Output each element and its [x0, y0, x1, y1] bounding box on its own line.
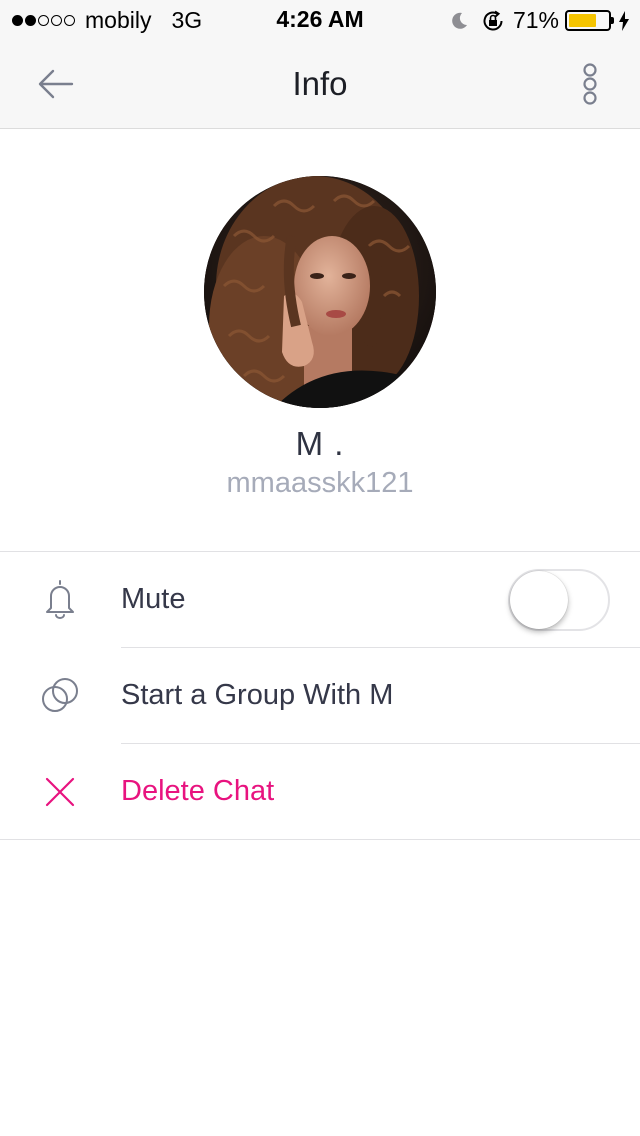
close-x-icon [45, 777, 75, 807]
battery-icon [565, 10, 614, 31]
divider [0, 839, 640, 840]
options-list: Mute Start a Group With M Delete Chat [0, 551, 640, 840]
profile-username: mmaasskk121 [226, 467, 414, 499]
delete-chat-label: Delete Chat [121, 775, 275, 807]
mute-label: Mute [121, 583, 186, 615]
start-group-label: Start a Group With M [121, 679, 394, 711]
nav-bar: Info [0, 40, 640, 128]
top-bar: mobily 3G 4:26 AM 71% Info [0, 0, 640, 129]
mute-toggle[interactable] [508, 569, 610, 631]
charging-bolt-icon [619, 10, 629, 31]
battery-fill [569, 14, 596, 27]
start-group-row[interactable]: Start a Group With M [0, 648, 640, 744]
delete-chat-row[interactable]: Delete Chat [0, 744, 640, 840]
profile-name: M . [295, 425, 345, 462]
battery-percent: 71% [512, 7, 559, 33]
info-screen: mobily 3G 4:26 AM 71% Info M . mmaasskk1… [0, 0, 640, 1136]
moon-icon [452, 12, 467, 29]
toggle-knob [510, 571, 568, 629]
status-right: 71% [449, 7, 630, 34]
rotation-lock-icon [483, 10, 503, 30]
profile-photo [204, 176, 436, 408]
group-circles-icon [42, 678, 78, 712]
status-bar: mobily 3G 4:26 AM 71% [0, 0, 640, 40]
vertical-dots-icon[interactable] [574, 62, 606, 108]
bell-icon [46, 580, 74, 619]
mute-row[interactable]: Mute [0, 552, 640, 648]
page-title: Info [292, 65, 348, 102]
avatar[interactable] [204, 176, 436, 408]
